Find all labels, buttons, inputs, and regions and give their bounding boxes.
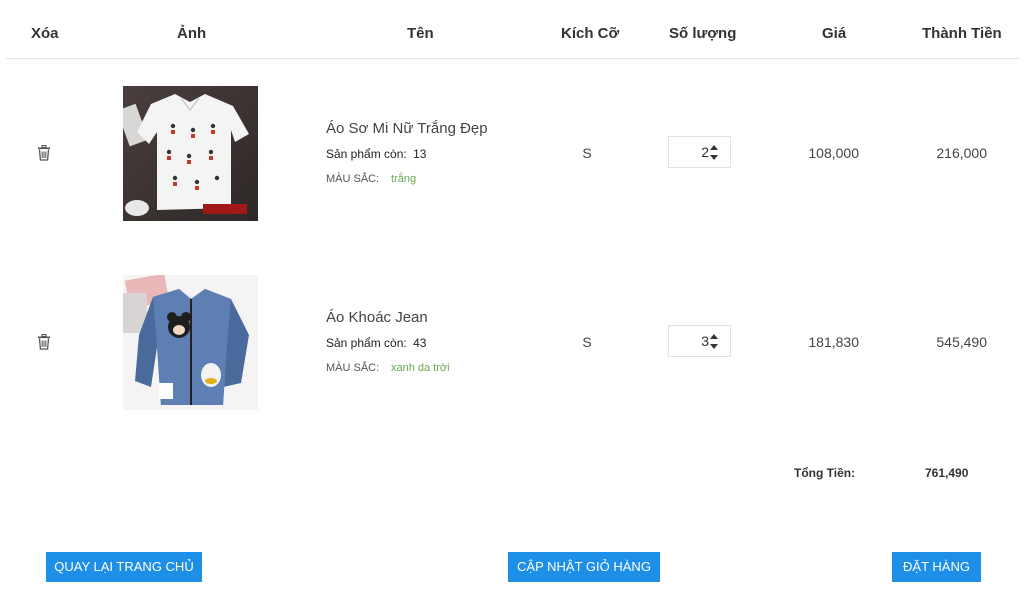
header-divider bbox=[6, 58, 1020, 59]
stock-info: Sản phẩm còn: 13 bbox=[326, 147, 426, 161]
place-order-button[interactable]: ĐẶT HÀNG bbox=[892, 552, 981, 582]
header-name: Tên bbox=[407, 25, 434, 42]
header-price: Giá bbox=[822, 25, 847, 42]
stock-label: Sản phẩm còn: bbox=[326, 147, 411, 161]
stock-info: Sản phẩm còn: 43 bbox=[326, 336, 426, 350]
trash-icon[interactable] bbox=[37, 144, 51, 161]
size-value: S bbox=[582, 334, 592, 350]
back-home-button[interactable]: QUAY LẠI TRANG CHỦ bbox=[46, 552, 202, 582]
color-value: trắng bbox=[391, 173, 417, 185]
quantity-stepper[interactable]: 3 bbox=[668, 325, 731, 357]
color-label: MÀU SẮC: bbox=[326, 362, 380, 374]
table-row: Áo Khoác Jean Sản phẩm còn: 43 MÀU SẮC: … bbox=[0, 275, 1026, 410]
header-quantity: Số lượng bbox=[669, 25, 737, 42]
unit-price: 108,000 bbox=[808, 145, 859, 161]
product-name[interactable]: Áo Khoác Jean bbox=[326, 309, 428, 326]
product-name[interactable]: Áo Sơ Mi Nữ Trắng Đẹp bbox=[326, 120, 488, 137]
increment-icon[interactable] bbox=[710, 145, 718, 151]
size-value: S bbox=[582, 145, 592, 161]
header-delete: Xóa bbox=[31, 25, 59, 42]
quantity-value[interactable]: 3 bbox=[669, 333, 709, 349]
decrement-icon[interactable] bbox=[710, 343, 718, 349]
color-value: xanh da trời bbox=[391, 362, 450, 374]
product-image-denim-jacket[interactable] bbox=[123, 275, 258, 410]
quantity-stepper[interactable]: 2 bbox=[668, 136, 731, 168]
color-label: MÀU SẮC: bbox=[326, 173, 380, 185]
stock-count: 43 bbox=[413, 336, 427, 350]
line-total: 216,000 bbox=[936, 145, 987, 161]
stock-label: Sản phẩm còn: bbox=[326, 336, 411, 350]
trash-icon[interactable] bbox=[37, 333, 51, 350]
total-label: Tổng Tiền: bbox=[794, 466, 856, 480]
quantity-value[interactable]: 2 bbox=[669, 144, 709, 160]
header-total: Thành Tiền bbox=[922, 25, 1002, 42]
table-row: Áo Sơ Mi Nữ Trắng Đẹp Sản phẩm còn: 13 M… bbox=[0, 86, 1026, 221]
header-image: Ảnh bbox=[177, 25, 207, 42]
decrement-icon[interactable] bbox=[710, 154, 718, 160]
cart-table-header: Xóa Ảnh Tên Kích Cỡ Số lượng Giá Thành T… bbox=[0, 0, 1026, 59]
stock-count: 13 bbox=[413, 147, 427, 161]
total-value: 761,490 bbox=[925, 466, 969, 480]
product-image-white-shirt[interactable] bbox=[123, 86, 258, 221]
update-cart-button[interactable]: CẬP NHẬT GIỎ HÀNG bbox=[508, 552, 660, 582]
line-total: 545,490 bbox=[936, 334, 987, 350]
unit-price: 181,830 bbox=[808, 334, 859, 350]
header-size: Kích Cỡ bbox=[561, 25, 620, 42]
increment-icon[interactable] bbox=[710, 334, 718, 340]
